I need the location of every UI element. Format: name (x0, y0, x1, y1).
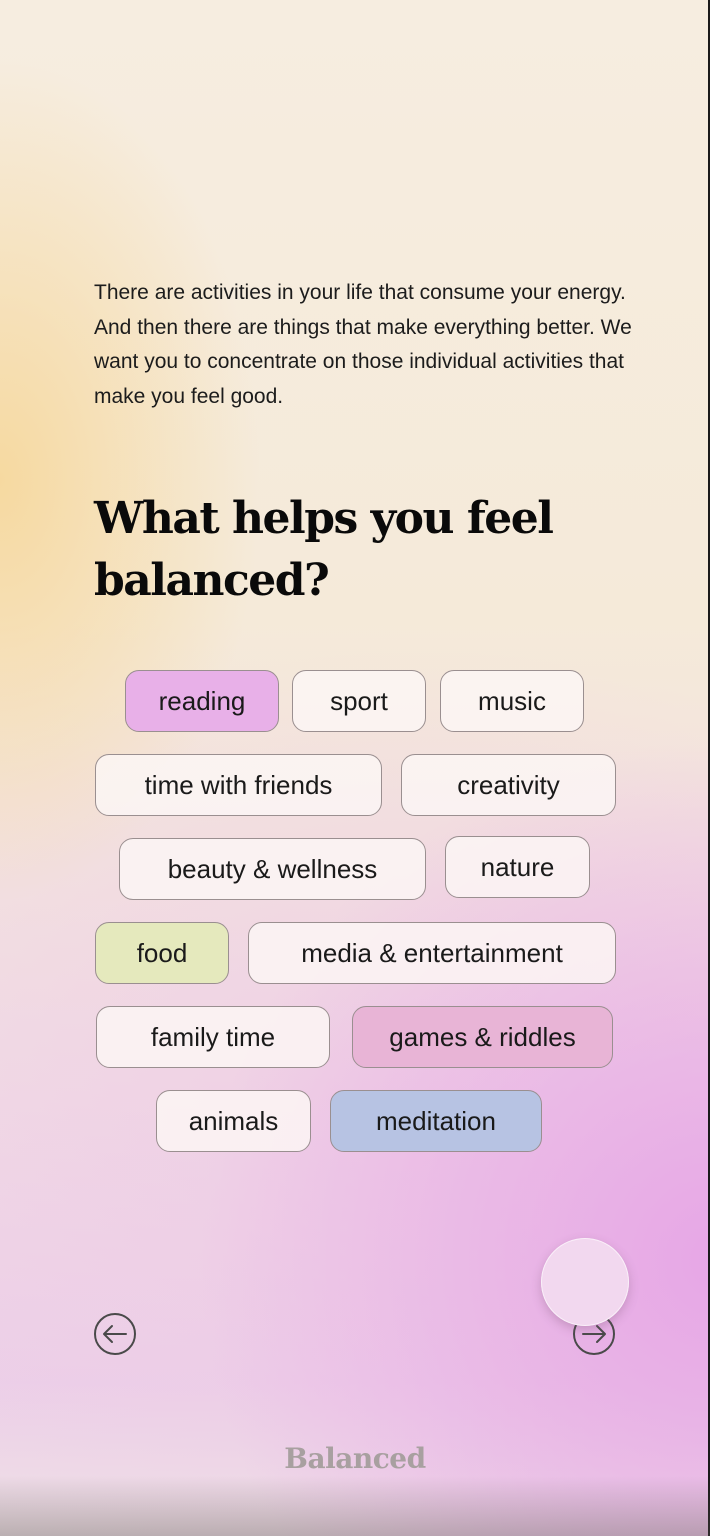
arrow-left-icon (103, 1325, 127, 1343)
option-label: music (478, 685, 546, 716)
question-title: What helps you feel balanced? (94, 493, 554, 606)
option-chip-games-riddles[interactable]: games & riddles (352, 1006, 613, 1068)
option-chip-music[interactable]: music (440, 670, 584, 732)
option-label: games & riddles (389, 1021, 576, 1052)
option-chip-family-time[interactable]: family time (96, 1006, 330, 1068)
onboarding-screen: There are activities in your life that c… (0, 0, 710, 1536)
option-chip-creativity[interactable]: creativity (401, 754, 616, 816)
option-label: creativity (457, 769, 560, 800)
option-label: family time (150, 1021, 276, 1052)
option-chip-sport[interactable]: sport (292, 670, 426, 732)
back-button[interactable] (94, 1313, 136, 1355)
bottom-shade (0, 1476, 710, 1536)
option-label: sport (330, 685, 388, 716)
option-chip-media-entertainment[interactable]: media & entertainment (248, 922, 616, 984)
option-label: nature (480, 851, 555, 882)
brand-logo: Balanced (284, 1442, 426, 1475)
option-label: animals (188, 1105, 279, 1136)
option-label: meditation (376, 1105, 496, 1136)
option-chip-reading[interactable]: reading (125, 670, 279, 732)
option-chip-food[interactable]: food (95, 922, 229, 984)
option-label: beauty & wellness (167, 853, 378, 884)
option-label: food (136, 937, 188, 968)
option-label: media & entertainment (301, 937, 563, 968)
option-chip-time-with-friends[interactable]: time with friends (95, 754, 382, 816)
option-chip-beauty-wellness[interactable]: beauty & wellness (119, 838, 426, 900)
floating-action-button[interactable] (541, 1238, 629, 1326)
option-label: reading (158, 685, 246, 716)
option-chip-nature[interactable]: nature (445, 836, 590, 898)
option-chip-meditation[interactable]: meditation (330, 1090, 542, 1152)
option-chip-animals[interactable]: animals (156, 1090, 311, 1152)
option-label: time with friends (144, 769, 333, 800)
intro-text: There are activities in your life that c… (94, 281, 632, 408)
arrow-right-icon (582, 1325, 606, 1343)
